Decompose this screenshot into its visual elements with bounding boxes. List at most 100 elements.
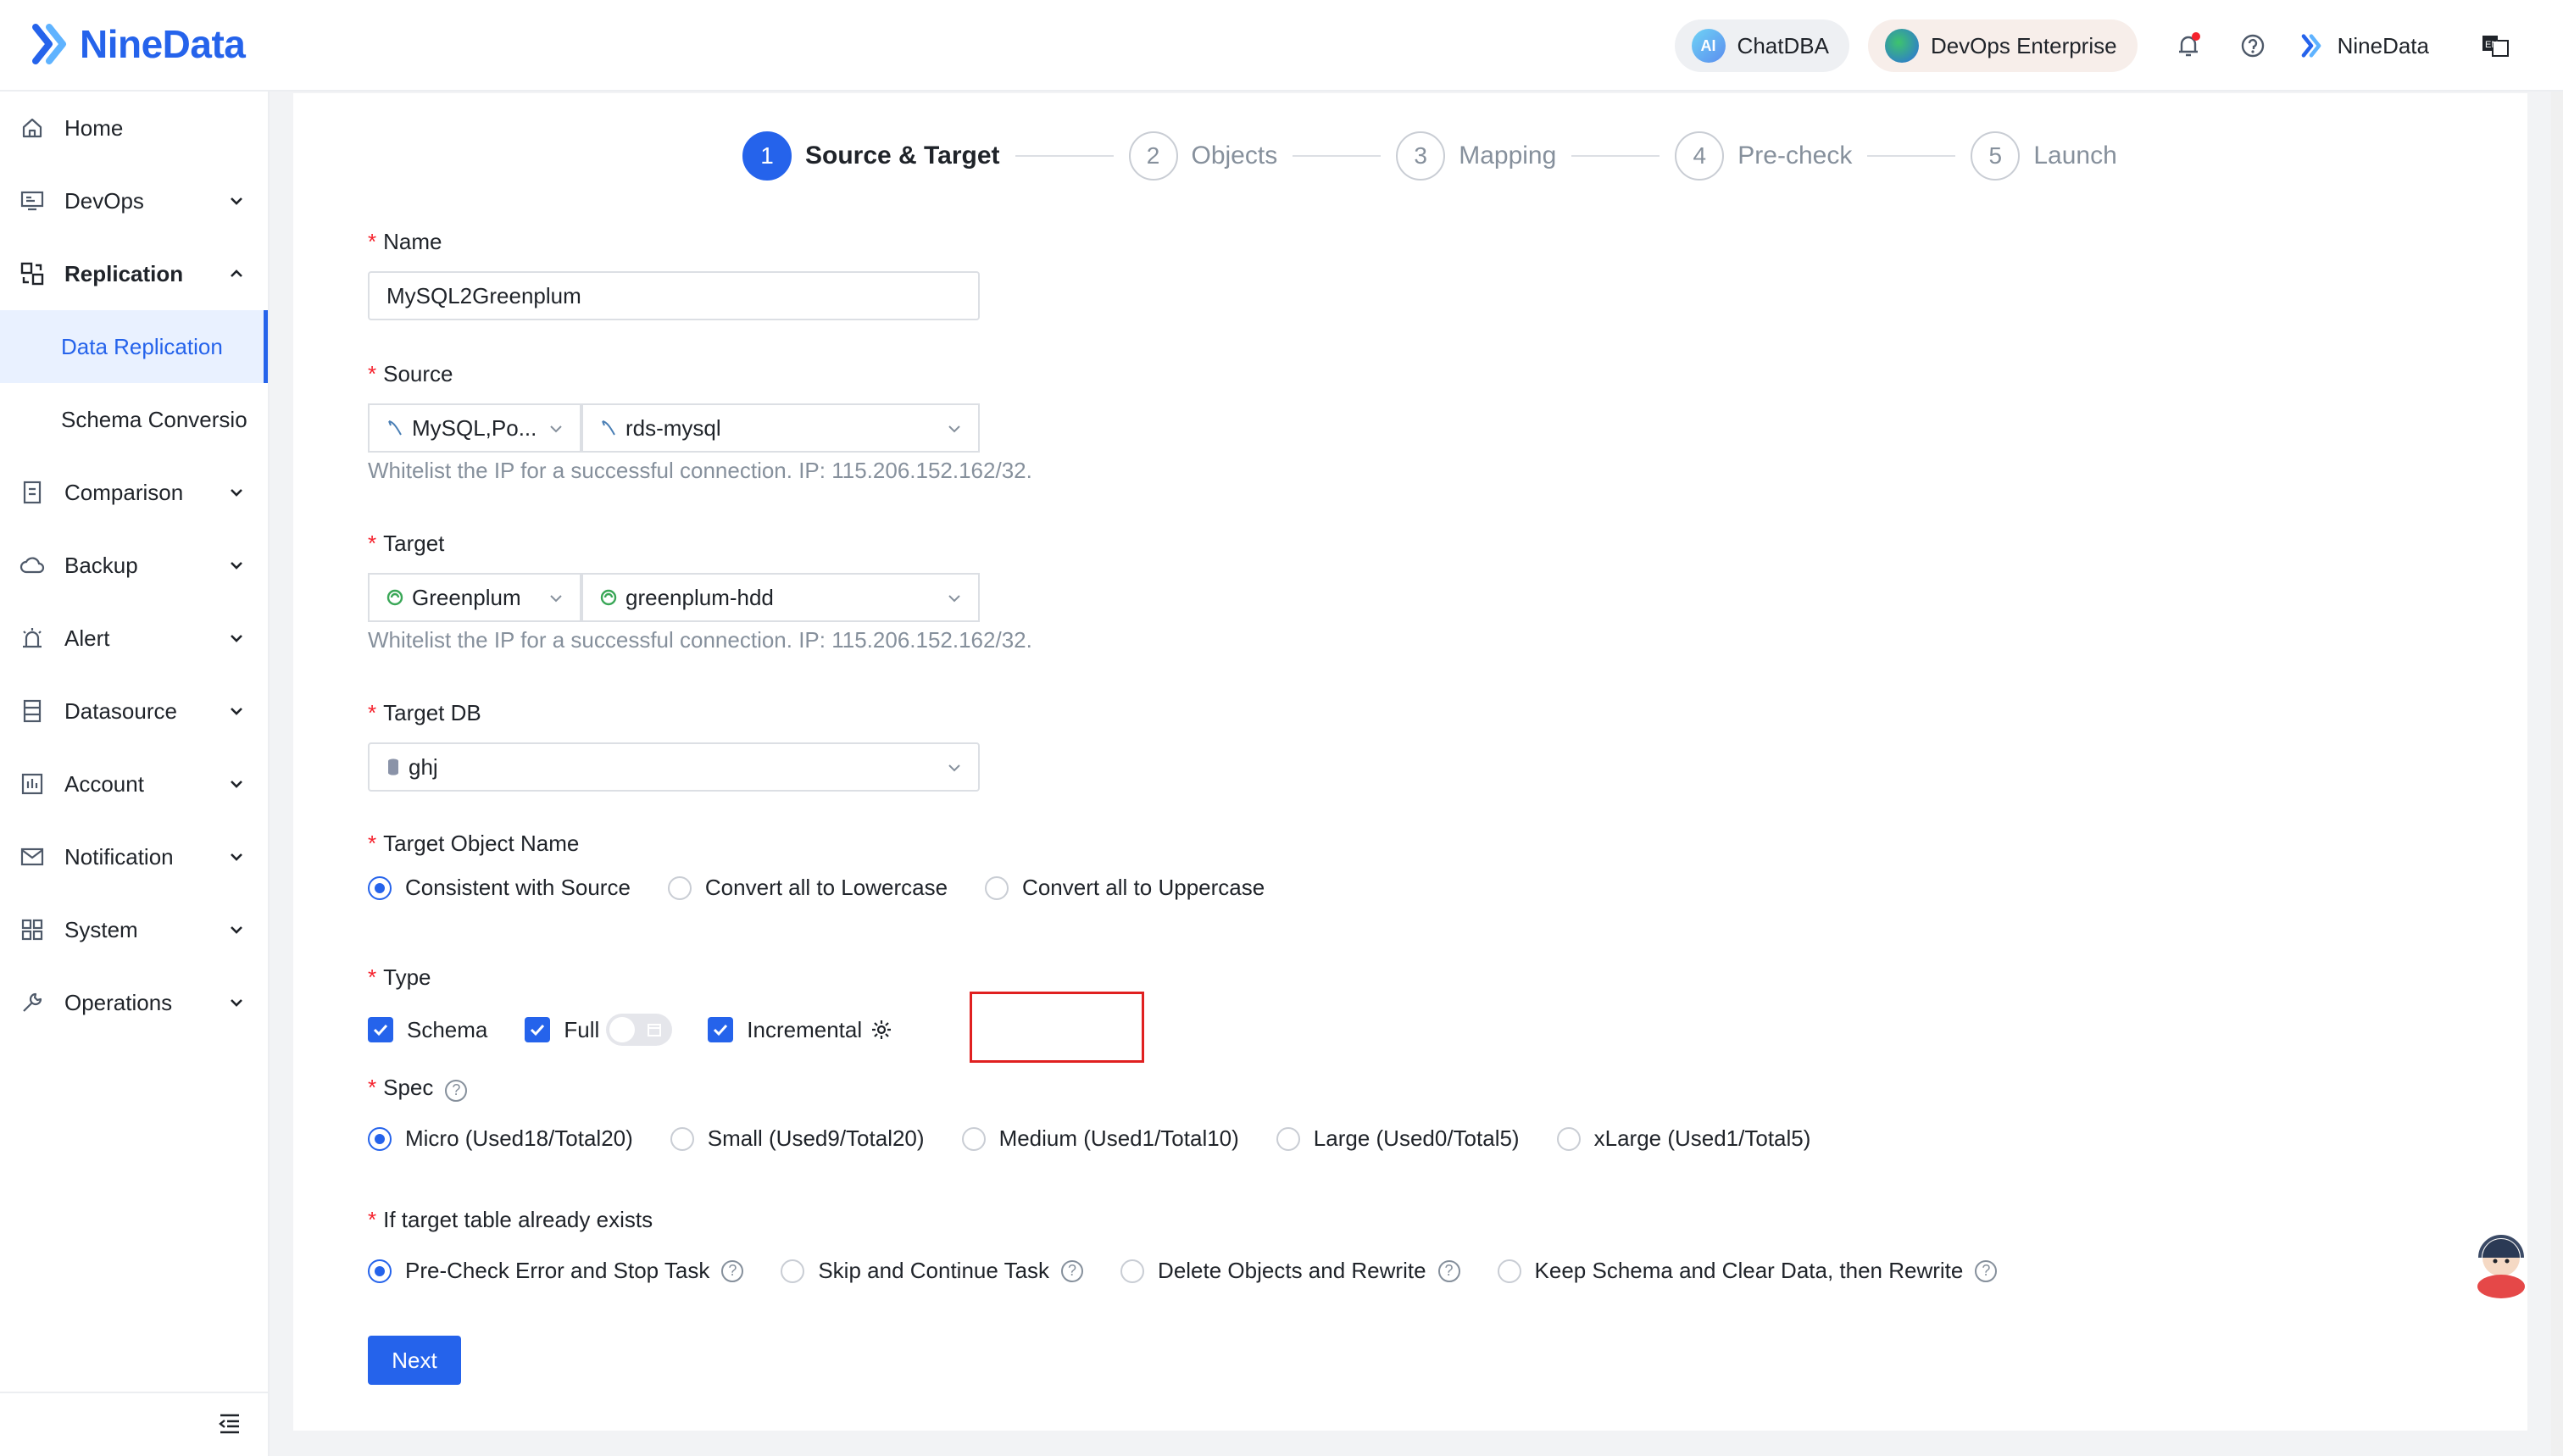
name-input[interactable]: MySQL2Greenplum [368, 271, 980, 320]
sidebar-collapse-bar [0, 1392, 268, 1456]
radio-spec-medium[interactable]: Medium (Used1/Total10) [961, 1125, 1239, 1152]
chevron-down-icon [550, 595, 562, 603]
target-type-select[interactable]: Greenplum [368, 573, 581, 622]
checkbox-checked-icon[interactable] [708, 1017, 734, 1042]
page-scrollbar[interactable] [2551, 92, 2563, 1456]
target-instance-select[interactable]: greenplum-hdd [581, 573, 980, 622]
help-icon[interactable] [2236, 29, 2270, 63]
radio-lowercase[interactable]: Convert all to Lowercase [667, 875, 948, 901]
help-icon[interactable]: ? [721, 1259, 744, 1282]
sidebar-item-label: DevOps [64, 187, 144, 214]
sidebar-item-label: Operations [64, 989, 173, 1015]
wrench-icon [19, 989, 46, 1016]
radio-button[interactable] [667, 875, 692, 900]
help-icon[interactable]: ? [1437, 1259, 1460, 1282]
ai-icon: AI [1691, 29, 1726, 63]
user-name: NineData [2337, 32, 2429, 58]
sidebar-item-home[interactable]: Home [0, 92, 268, 164]
radio-keep-schema-clear-data[interactable]: Keep Schema and Clear Data, then Rewrite… [1497, 1258, 1998, 1284]
radio-consistent-with-source[interactable]: Consistent with Source [368, 875, 631, 901]
logo[interactable]: NineData [24, 19, 246, 69]
svg-text:EN: EN [2485, 40, 2498, 50]
full-schedule-toggle[interactable] [606, 1014, 673, 1046]
chevron-down-icon [550, 425, 562, 433]
sidebar-item-system[interactable]: System [0, 893, 268, 966]
help-icon[interactable]: ? [445, 1079, 468, 1102]
language-icon[interactable]: EN [2478, 29, 2512, 63]
target-object-name-radio-group: Consistent with Source Convert all to Lo… [368, 875, 1302, 901]
radio-button[interactable] [781, 1259, 805, 1283]
radio-precheck-error[interactable]: Pre-Check Error and Stop Task? [368, 1258, 744, 1284]
if-exists-radio-group: Pre-Check Error and Stop Task? Skip and … [368, 1258, 2034, 1284]
chevron-down-icon [231, 853, 242, 861]
replication-icon [19, 260, 46, 287]
sidebar-item-label: Comparison [64, 479, 184, 505]
help-icon[interactable]: ? [1975, 1259, 1998, 1282]
radio-delete-rewrite[interactable]: Delete Objects and Rewrite? [1120, 1258, 1460, 1284]
sidebar-subitem-data-replication[interactable]: Data Replication [0, 310, 268, 383]
source-instance-select[interactable]: rds-mysql [581, 403, 980, 453]
sidebar-item-replication[interactable]: Replication [0, 237, 268, 310]
source-type-select[interactable]: MySQL,Po... [368, 403, 581, 453]
radio-button[interactable] [1120, 1259, 1145, 1283]
home-icon [19, 114, 46, 142]
mail-icon [19, 843, 46, 870]
support-assistant-icon[interactable] [2471, 1231, 2531, 1298]
step-number: 1 [742, 131, 792, 181]
sidebar-subitem-schema-conversion[interactable]: Schema Conversio [0, 383, 268, 456]
help-icon[interactable]: ? [1061, 1259, 1084, 1282]
sidebar-item-devops[interactable]: DevOps [0, 164, 268, 237]
database-icon [386, 758, 400, 776]
chevron-down-icon [231, 708, 242, 715]
radio-spec-xlarge[interactable]: xLarge (Used1/Total5) [1556, 1125, 1810, 1152]
radio-button[interactable] [368, 875, 392, 900]
chatdba-button[interactable]: AI ChatDBA [1674, 19, 1849, 72]
collapse-menu-icon[interactable] [217, 1412, 242, 1436]
sidebar-item-label: Backup [64, 552, 138, 578]
target-whitelist-hint: Whitelist the IP for a successful connec… [368, 627, 1032, 653]
devops-enterprise-button[interactable]: DevOps Enterprise [1867, 19, 2138, 72]
checkbox-schema[interactable]: Schema [368, 1017, 487, 1043]
checkbox-checked-icon[interactable] [525, 1017, 551, 1042]
radio-skip-continue[interactable]: Skip and Continue Task? [781, 1258, 1084, 1284]
step-number: 4 [1675, 131, 1725, 181]
next-button[interactable]: Next [368, 1336, 461, 1385]
radio-button[interactable] [670, 1126, 694, 1151]
backup-icon [19, 552, 46, 579]
radio-spec-small[interactable]: Small (Used9/Total20) [670, 1125, 925, 1152]
radio-spec-micro[interactable]: Micro (Used18/Total20) [368, 1125, 633, 1152]
user-menu[interactable]: NineData [2297, 31, 2429, 60]
target-label: * Target [368, 531, 445, 556]
chevron-down-icon [948, 595, 960, 603]
gear-icon[interactable] [870, 1019, 892, 1041]
radio-button[interactable] [368, 1259, 392, 1283]
sidebar-item-notification[interactable]: Notification [0, 820, 268, 893]
sidebar-item-account[interactable]: Account [0, 747, 268, 820]
sidebar: Home DevOps Replication Data Replication… [0, 92, 270, 1456]
sidebar-item-alert[interactable]: Alert [0, 602, 268, 675]
checkbox-checked-icon[interactable] [368, 1017, 393, 1042]
sidebar-item-backup[interactable]: Backup [0, 529, 268, 602]
chevron-down-icon [231, 781, 242, 788]
alert-icon [19, 625, 46, 652]
target-db-select[interactable]: ghj [368, 742, 980, 792]
radio-button[interactable] [961, 1126, 986, 1151]
radio-uppercase[interactable]: Convert all to Uppercase [985, 875, 1265, 901]
radio-button[interactable] [368, 1126, 392, 1151]
sidebar-item-label: Alert [64, 625, 110, 651]
step-connector [1571, 155, 1660, 157]
checkbox-incremental[interactable]: Incremental [708, 1017, 862, 1043]
bell-icon[interactable] [2171, 29, 2205, 63]
radio-button[interactable] [1276, 1126, 1300, 1151]
target-type-value: Greenplum [412, 584, 521, 610]
brand-name: NineData [80, 22, 246, 66]
radio-button[interactable] [985, 875, 1009, 900]
radio-button[interactable] [1556, 1126, 1581, 1151]
radio-button[interactable] [1497, 1259, 1521, 1283]
sidebar-item-label: Datasource [64, 697, 177, 724]
sidebar-item-operations[interactable]: Operations [0, 966, 268, 1039]
radio-spec-large[interactable]: Large (Used0/Total5) [1276, 1125, 1520, 1152]
sidebar-item-comparison[interactable]: Comparison [0, 456, 268, 529]
sidebar-item-datasource[interactable]: Datasource [0, 675, 268, 747]
checkbox-full[interactable]: Full [525, 1014, 673, 1046]
